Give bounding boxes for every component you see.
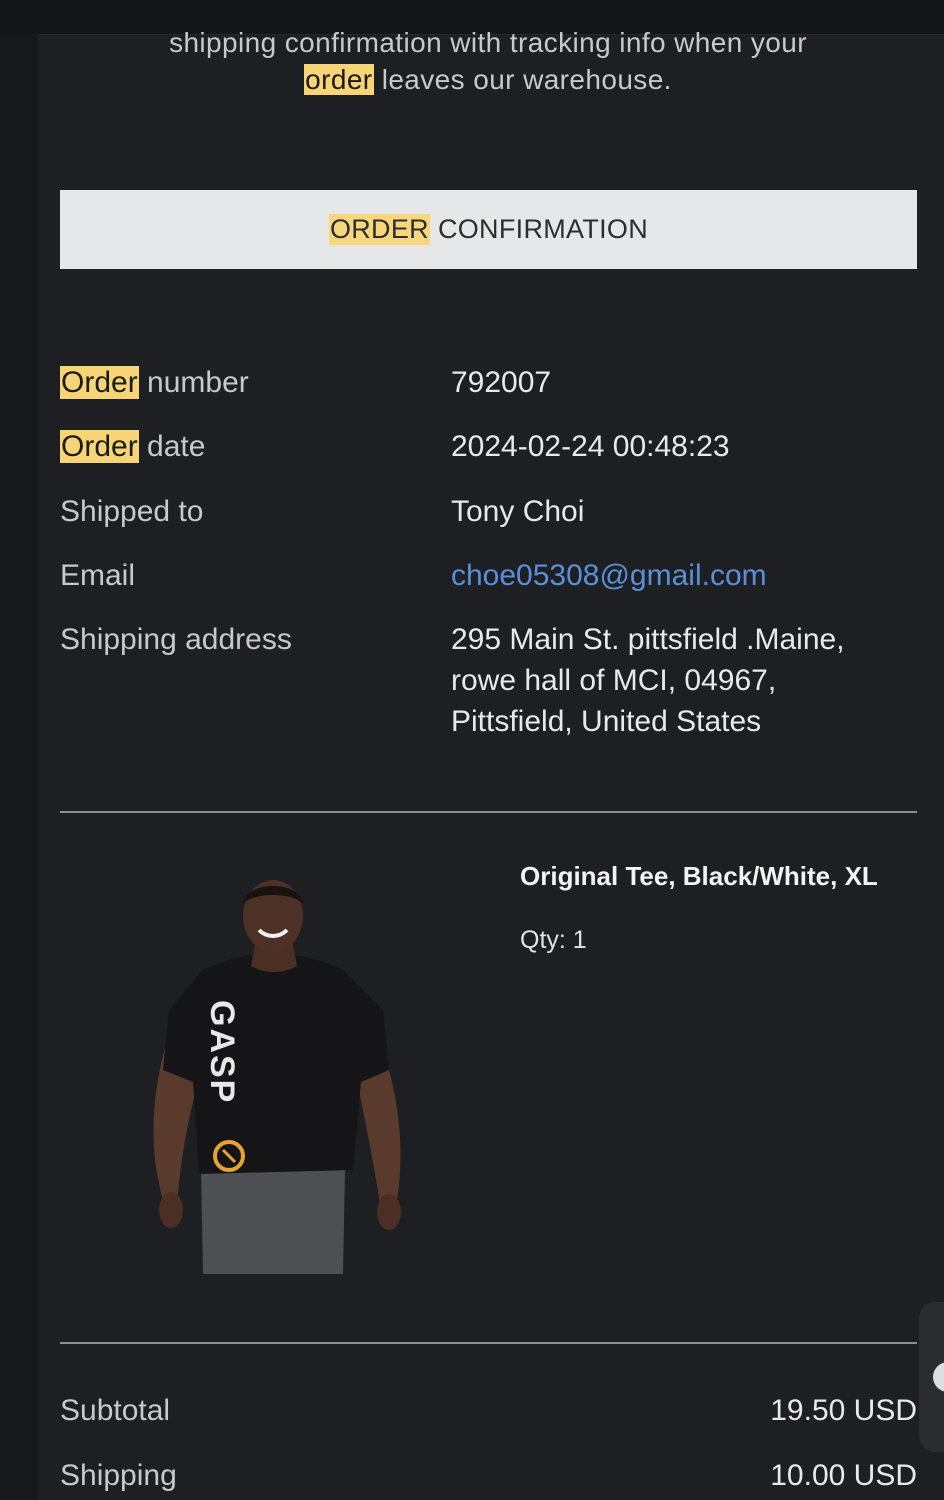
left-gutter: [0, 34, 38, 1500]
banner-title-rest: CONFIRMATION: [437, 214, 649, 244]
handle-grip-icon: [933, 1362, 944, 1392]
intro-text: shipping confirmation with tracking info…: [38, 24, 938, 98]
order-confirmation-banner: ORDER CONFIRMATION: [60, 190, 917, 269]
intro-line-2: order leaves our warehouse.: [38, 61, 938, 98]
shipping-address-value: 295 Main St. pittsfield .Maine, rowe hal…: [451, 619, 911, 742]
order-number-value: 792007: [451, 366, 552, 399]
divider-bottom: [60, 1342, 917, 1344]
order-number-label: Order number: [60, 362, 249, 403]
shipped-to-value: Tony Choi: [451, 495, 585, 528]
intro-line-2-rest: leaves our warehouse.: [381, 64, 672, 95]
shipping-address-label: Shipping address: [60, 623, 292, 656]
order-number-label-rest: number: [147, 366, 249, 399]
order-date-label-highlight: Order: [60, 430, 139, 463]
order-date-label: Order date: [60, 426, 205, 467]
subtotal-label: Subtotal: [60, 1394, 171, 1427]
shipping-label: Shipping: [60, 1459, 177, 1492]
banner-highlight: ORDER: [328, 214, 430, 245]
order-number-label-highlight: Order: [60, 366, 139, 399]
email-body: shipping confirmation with tracking info…: [38, 0, 944, 1500]
address-line-3: Pittsfield, United States: [451, 705, 762, 738]
email-label: Email: [60, 559, 136, 592]
shirt-brand-text: GASP: [203, 1000, 241, 1104]
search-highlight: order: [304, 64, 374, 95]
order-date-label-rest: date: [147, 430, 206, 463]
email-value: choe05308@gmail.com: [451, 555, 911, 596]
subtotal-value: 19.50 USD: [770, 1394, 917, 1427]
divider-top: [60, 811, 917, 813]
intro-line-1: shipping confirmation with tracking info…: [169, 27, 807, 58]
product-image: GASP: [143, 870, 423, 1280]
side-panel-handle[interactable]: [919, 1302, 944, 1452]
product-quantity: Qty: 1: [520, 926, 587, 954]
shipped-to-label: Shipped to: [60, 495, 204, 528]
address-line-2: rowe hall of MCI, 04967,: [451, 664, 777, 697]
email-link[interactable]: choe05308@gmail.com: [451, 559, 767, 592]
shipping-value: 10.00 USD: [770, 1459, 917, 1492]
product-name[interactable]: Original Tee, Black/White, XL: [520, 858, 920, 894]
model-tshirt-illustration: GASP: [153, 880, 401, 1274]
address-line-1: 295 Main St. pittsfield .Maine,: [451, 623, 845, 656]
order-date-value: 2024-02-24 00:48:23: [451, 430, 730, 463]
